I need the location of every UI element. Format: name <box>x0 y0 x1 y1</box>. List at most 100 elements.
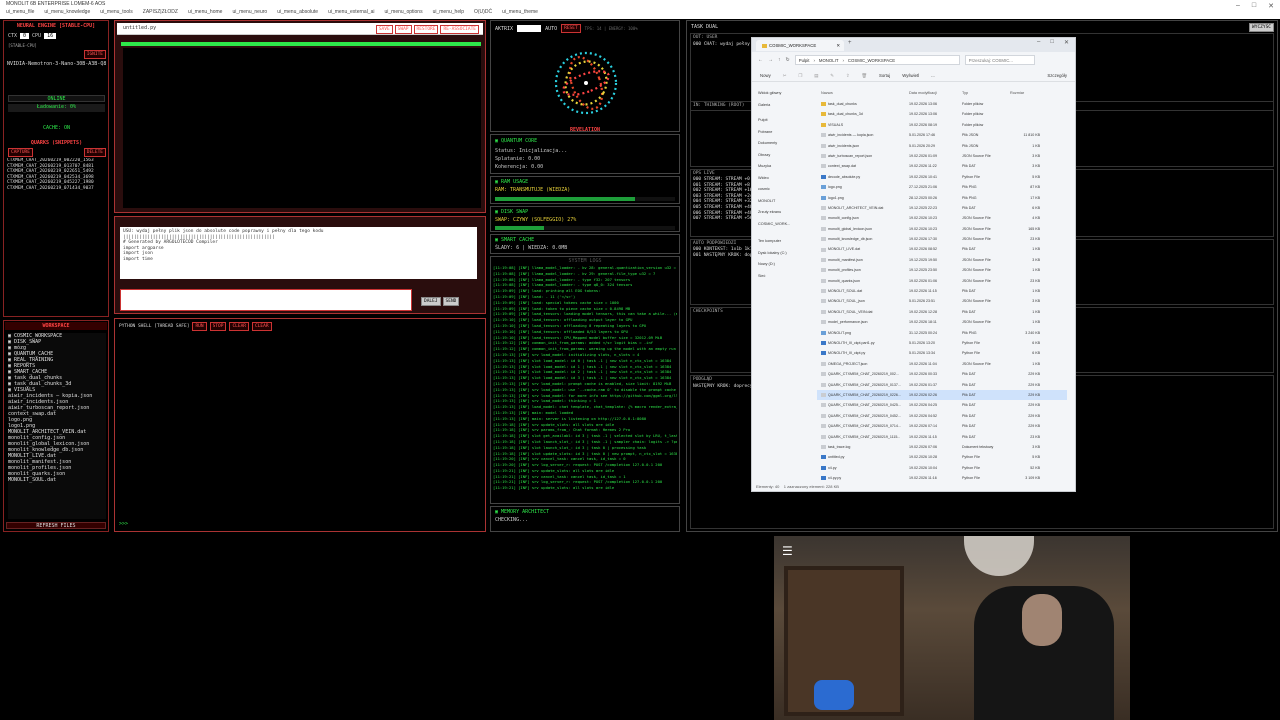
maximize-icon[interactable]: □ <box>1050 39 1054 46</box>
reassociate-button[interactable]: RE-ASSOCIATE <box>440 25 479 34</box>
file-row[interactable]: MONOLIT.png 31.12.2025 00:24 Plik PNG 3 240… <box>817 328 1067 338</box>
file-row[interactable]: context_swap.dat 19.02.2026 11:22 Plik DAT… <box>817 161 1067 171</box>
clear-button[interactable]: CLEAR <box>251 322 272 331</box>
file-row[interactable]: QUARK_CTXMEM_CHAT_20260219_002... 19.02.2… <box>817 369 1067 379</box>
forward-icon[interactable]: → <box>768 57 773 63</box>
nav-item[interactable]: Sieć <box>758 271 813 283</box>
restore-button[interactable]: RESTORE <box>413 25 439 34</box>
send-button[interactable]: SEND <box>442 297 460 306</box>
up-icon[interactable]: ↑ <box>778 57 781 63</box>
editor-tab[interactable]: untitled.py <box>123 25 156 31</box>
menu-item[interactable]: ui_menu_external_ai <box>328 9 374 15</box>
file-row[interactable]: logo.png 27.12.2025 21:06 Plik PNG 87 KB <box>817 182 1067 192</box>
file-row[interactable]: aiwir_turboscan_report.json 19.02.2026 01… <box>817 151 1067 161</box>
menu-item[interactable]: ui_menu_absolute <box>277 9 318 15</box>
menu-item[interactable]: ui_menu_file <box>6 9 34 15</box>
column-type[interactable]: Typ <box>962 88 1010 98</box>
close-icon[interactable]: ✕ <box>1064 39 1069 46</box>
file-row[interactable]: MONOLITH_III_ckpt.py 5.01.2026 13:34 Pytho… <box>817 348 1067 358</box>
more-button[interactable]: ... <box>931 73 935 78</box>
cpu-field[interactable]: 16 <box>44 33 57 39</box>
ctx-field[interactable]: 0 <box>20 33 30 39</box>
list-item[interactable]: CTXMEM_CHAT_20260219_002220_1563 <box>7 158 109 164</box>
aktrix-select[interactable] <box>517 25 542 32</box>
menu-item[interactable]: ui_menu_options <box>384 9 422 15</box>
capture-button[interactable]: CAPTURE <box>8 148 33 157</box>
minimize-icon[interactable]: – <box>1037 39 1040 46</box>
cut-icon[interactable]: ✂ <box>783 73 787 79</box>
list-item[interactable]: CTXMEM_CHAT_20260219_022651_5492 <box>7 169 109 175</box>
list-item[interactable]: CTXMEM_CHAT_20260219_071434_9037 <box>7 186 109 192</box>
file-row[interactable]: untitled.py 19.02.2026 10:28 Python File 5 … <box>817 452 1067 462</box>
file-row[interactable]: x4.py 19.02.2026 10:04 Python File 52 KB <box>817 463 1067 473</box>
file-row[interactable]: QUARK_CTXMEM_CHAT_20260219_0714... 19.02.… <box>817 421 1067 431</box>
menu-item[interactable]: ui_menu_home <box>188 9 222 15</box>
nav-item[interactable]: cosmic <box>758 184 813 196</box>
menu-item[interactable]: ui_menu_tools <box>100 9 133 15</box>
file-row[interactable]: QUARK_CTXMEM_CHAT_20260219_1115... 19.02.… <box>817 432 1067 442</box>
column-name[interactable]: Nazwa <box>817 88 909 98</box>
stop-button[interactable]: STOP <box>209 322 227 331</box>
refresh-icon[interactable]: ↻ <box>786 57 790 63</box>
shell-prompt[interactable]: >>> <box>119 521 128 527</box>
menu-item[interactable]: ZAPISZ|ZŁODZ <box>143 9 178 15</box>
delete-button[interactable]: DELETE <box>83 148 106 157</box>
code-editor[interactable] <box>123 48 481 208</box>
nav-item[interactable]: Zrzuty ekranu <box>758 207 813 219</box>
nav-item[interactable]: Pobrane <box>758 127 813 139</box>
tab-close-icon[interactable]: ✕ <box>836 40 840 51</box>
nav-item[interactable]: Pulpit <box>758 115 813 127</box>
file-row[interactable]: monolit_quarks.json 19.02.2026 01:06 JSON … <box>817 276 1067 286</box>
file-row[interactable]: monolit_global_lexicon.json 19.02.2026 10… <box>817 224 1067 234</box>
copy-icon[interactable]: ❐ <box>798 73 802 79</box>
view-button[interactable]: Wyświetl <box>902 73 919 78</box>
file-row[interactable]: aiwir_incidents.json 5.01.2026 20:29 Plik … <box>817 141 1067 151</box>
file-row[interactable]: QUARK_CTXMEM_CHAT_20260219_0452... 19.02.… <box>817 411 1067 421</box>
menu-item[interactable]: ui_menu_help <box>433 9 464 15</box>
breadcrumb-item[interactable]: MONOLIT <box>819 56 839 64</box>
save-button[interactable]: SAVE <box>375 25 393 34</box>
file-row[interactable]: model_performance.json 19.02.2026 18:11 JS… <box>817 317 1067 327</box>
nav-item[interactable]: Wideo <box>758 173 813 185</box>
nav-item[interactable]: Nowy (D:) <box>758 259 813 271</box>
nav-item[interactable]: COSMIC_WORK... <box>758 219 813 231</box>
dalej-button[interactable]: DALEJ <box>421 297 441 306</box>
menu-item[interactable]: ui_menu_neuro <box>232 9 267 15</box>
ignite-button[interactable]: IGNITE <box>83 50 106 59</box>
file-row[interactable]: monolit_manifest.json 19.12.2025 19:50 JSO… <box>817 255 1067 265</box>
file-row[interactable]: logo1.png 28.12.2025 00:26 Plik PNG 17 KB <box>817 193 1067 203</box>
file-row[interactable]: task_dual_chunks_3d 19.02.2026 13:06 Folde… <box>817 109 1067 119</box>
nav-item[interactable]: MONOLIT <box>758 196 813 208</box>
nav-item[interactable]: Widok główny <box>758 88 813 100</box>
tree-item[interactable]: MONOLIT_SOUL.dat <box>8 477 106 483</box>
new-button[interactable]: Nowy <box>760 73 771 78</box>
input-box[interactable] <box>120 289 412 311</box>
nav-item[interactable]: Muzyka <box>758 161 813 173</box>
file-row[interactable]: MONOLITH_III_ckpt.part1.py 5.01.2026 13:2… <box>817 338 1067 348</box>
file-row[interactable]: task_dual_chunks 19.02.2026 13:06 Folder p… <box>817 99 1067 109</box>
nav-item[interactable]: Ten komputer <box>758 236 813 248</box>
clear-tasks-button[interactable]: WYCZYŚĆ <box>1249 23 1274 32</box>
file-row[interactable]: MONOLIT_SOUL_json 5.01.2026 23:51 JSON Sou… <box>817 296 1067 306</box>
nav-item[interactable]: Galeria <box>758 100 813 112</box>
hamburger-icon[interactable]: ☰ <box>782 544 793 558</box>
paste-icon[interactable]: ▤ <box>814 73 818 79</box>
maximize-button[interactable]: □ <box>1252 2 1256 10</box>
address-bar[interactable]: Pulpit › MONOLIT › COSMIC_WORKSPACE <box>794 55 960 65</box>
explorer-tab[interactable]: COSMIC_WORKSPACE ✕ <box>756 40 844 51</box>
minimize-button[interactable]: – <box>1236 2 1240 10</box>
file-row[interactable]: VISUALS 19.02.2026 08:19 Folder plików <box>817 120 1067 130</box>
file-row[interactable]: task_trace.log 19.02.2026 07:06 Dokument t… <box>817 442 1067 452</box>
nav-item[interactable]: Dokumenty <box>758 138 813 150</box>
new-tab-icon[interactable]: + <box>848 40 852 46</box>
breadcrumb-item[interactable]: COSMIC_WORKSPACE <box>848 56 895 64</box>
file-row[interactable]: decode_absolute.py 19.02.2026 10:41 Python… <box>817 172 1067 182</box>
explorer-search[interactable]: Przeszukaj: COSMIC... <box>964 55 1035 65</box>
file-row[interactable]: x4.py.py 19.02.2026 11:16 Python File 3 109… <box>817 473 1067 483</box>
rename-icon[interactable]: ✎ <box>830 73 834 79</box>
file-row[interactable]: OMEGA_PROJECT.json 19.02.2026 11:04 JSON S… <box>817 359 1067 369</box>
column-size[interactable]: Rozmiar <box>1010 88 1040 98</box>
delete-icon[interactable]: 🗑 <box>862 73 867 79</box>
back-icon[interactable]: ← <box>758 57 763 63</box>
file-row[interactable]: QUARK_CTXMEM_CHAT_20260219_0226... 19.02.… <box>817 389 1067 401</box>
